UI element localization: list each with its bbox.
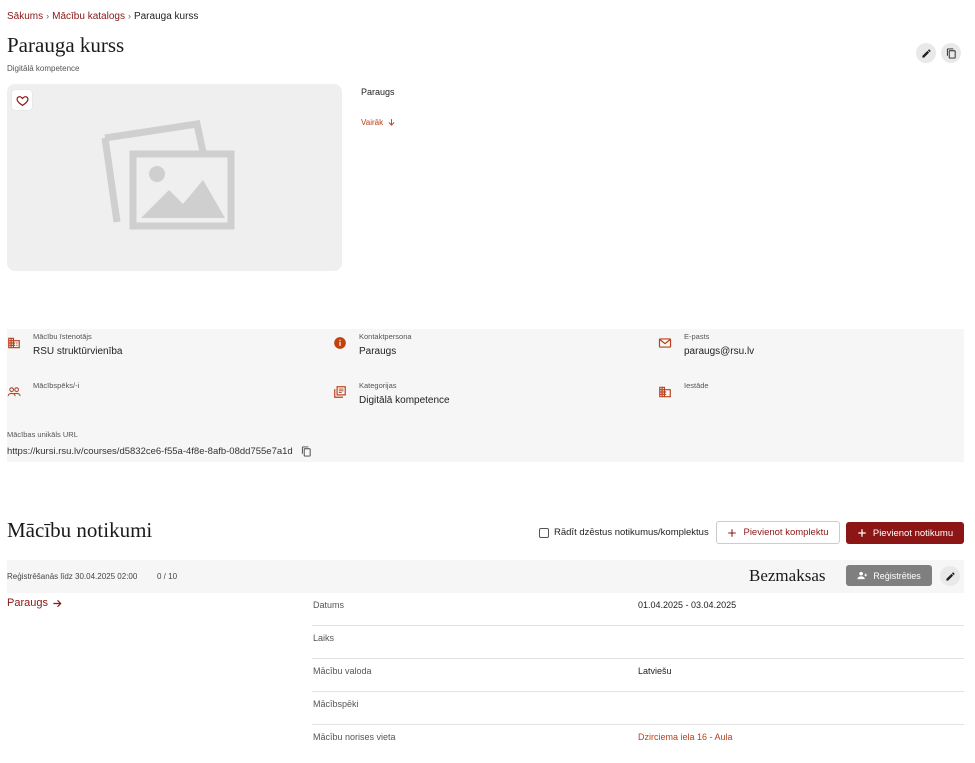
building-icon [8,337,20,349]
mail-icon [658,338,672,348]
page-subtitle: Digitālā kompetence [7,64,80,73]
categories-label: Kategorijas [359,381,397,390]
detail-key: Mācību valoda [313,666,372,676]
heart-icon [15,95,29,106]
info-icon [334,337,346,349]
breadcrumb-separator: › [127,11,131,21]
institution-label: Iestāde [684,381,709,390]
contact-value: Paraugs [359,346,397,357]
location-link[interactable]: Dzirciema iela 16 - Aula [638,732,733,742]
detail-row-location: Mācību norises vieta Dzirciema iela 16 -… [312,725,964,758]
contact-info: Kontaktpersona Paraugs [333,329,633,369]
detail-key: Mācībspēki [313,699,359,709]
copy-icon [946,47,956,59]
detail-key: Laiks [313,633,335,643]
event-details-table: Datums 01.04.2025 - 03.04.2025 Laiks Māc… [312,593,964,758]
registration-deadline: Reģistrēšanās līdz 30.04.2025 02:00 [7,572,138,581]
register-button[interactable]: Reģistrēties [846,565,932,586]
seat-count: 0 / 10 [157,572,178,581]
more-link-label: Vairāk [361,118,384,127]
add-set-label: Pievienot komplektu [743,527,829,538]
institution-icon [659,386,671,398]
edit-course-button[interactable] [916,43,936,63]
categories-value: Digitālā kompetence [359,395,450,406]
checkbox-box[interactable] [539,527,549,538]
course-image [7,84,342,271]
detail-value: 01.04.2025 - 03.04.2025 [638,600,737,610]
detail-key: Mācību norises vieta [313,732,396,742]
detail-row-language: Mācību valoda Latviešu [312,659,964,692]
breadcrumb: Sākums › Mācību katalogs › Parauga kurss [7,11,198,22]
image-placeholder-icon [101,120,235,230]
price-label: Bezmaksas [749,566,826,585]
arrow-right-icon [53,599,62,607]
category-icon [334,386,346,398]
show-deleted-checkbox[interactable]: Rādīt dzēstus notikumus/komplektus [539,527,709,538]
favorite-button[interactable] [12,90,32,110]
email-info: E-pasts paraugs@rsu.lv [658,329,958,369]
event-name-link[interactable]: Paraugs [7,597,63,609]
breadcrumb-separator: › [46,11,50,21]
add-set-button[interactable]: Pievienot komplektu [716,521,840,544]
copy-course-button[interactable] [941,43,961,63]
teachers-label: Mācībspēks/-i [33,381,80,390]
provider-value: RSU struktūrvienība [33,346,123,357]
add-event-label: Pievienot notikumu [872,527,954,539]
course-url: https://kursi.rsu.lv/courses/d5832ce6-f5… [7,446,312,457]
more-link[interactable]: Vairāk [361,118,396,127]
people-icon [7,387,21,397]
breadcrumb-catalog-link[interactable]: Mācību katalogs [52,11,125,22]
edit-event-button[interactable] [940,566,960,586]
detail-row-teachers: Mācībspēki [312,692,964,725]
categories-info: Kategorijas Digitālā kompetence [333,378,633,418]
provider-label: Mācību īstenotājs [33,332,92,341]
breadcrumb-home-link[interactable]: Sākums [7,11,43,22]
show-deleted-label: Rādīt dzēstus notikumus/komplektus [554,527,709,538]
event-name: Paraugs [7,597,48,609]
provider-info: Mācību īstenotājs RSU struktūrvienība [7,329,307,369]
email-label: E-pasts [684,332,710,341]
arrow-down-icon [388,119,395,126]
institution-info: Iestāde [658,378,958,418]
copy-icon[interactable] [301,446,312,457]
events-title: Mācību notikumi [7,518,153,542]
plus-icon [728,528,737,537]
course-description: Paraugs [361,87,395,97]
edit-icon [921,48,931,58]
teachers-info: Mācībspēks/-i [7,378,307,418]
event-header-bar: Reģistrēšanās līdz 30.04.2025 02:00 0 / … [7,560,964,593]
detail-row-date: Datums 01.04.2025 - 03.04.2025 [312,593,964,626]
register-label: Reģistrēties [873,570,921,581]
breadcrumb-current: Parauga kurss [133,11,199,22]
plus-icon [858,529,866,537]
course-info-panel: Mācību īstenotājs RSU struktūrvienība Ko… [7,329,964,462]
detail-row-time: Laiks [312,626,964,659]
course-url-label: Mācības unikāls URL [7,430,78,439]
email-value[interactable]: paraugs@rsu.lv [684,346,754,357]
detail-value: Latviešu [638,666,672,676]
person-add-icon [857,571,868,580]
course-url-value: https://kursi.rsu.lv/courses/d5832ce6-f5… [7,446,293,457]
page-title: Parauga kurss [7,33,125,57]
detail-key: Datums [313,600,345,610]
contact-label: Kontaktpersona [359,332,412,341]
edit-icon [945,571,955,581]
add-event-button[interactable]: Pievienot notikumu [846,522,964,544]
